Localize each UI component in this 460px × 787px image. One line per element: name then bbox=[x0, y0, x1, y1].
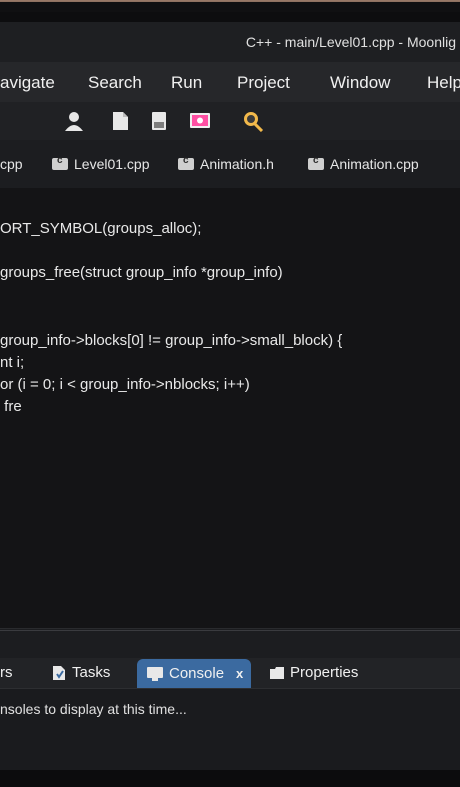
code-line: or (i = 0; i < group_info->nblocks; i++) bbox=[0, 376, 250, 393]
screen-bottom-edge bbox=[0, 770, 460, 787]
tab-label: rs bbox=[0, 664, 13, 681]
screen-bezel bbox=[0, 0, 460, 12]
window-title: C++ - main/Level01.cpp - Moonlig bbox=[245, 34, 456, 50]
tab-tasks[interactable]: Tasks bbox=[52, 664, 110, 681]
file-icon[interactable] bbox=[110, 111, 130, 131]
tab-label: Animation.h bbox=[200, 156, 274, 172]
console-panel: nsoles to display at this time... bbox=[0, 688, 460, 771]
tab-label: Console bbox=[169, 665, 225, 682]
menu-run[interactable]: Run bbox=[171, 73, 202, 93]
code-line: fre bbox=[0, 398, 22, 415]
tab-label: Tasks bbox=[72, 664, 111, 681]
menu-navigate[interactable]: avigate bbox=[0, 73, 55, 93]
tab-markers[interactable]: rs bbox=[0, 664, 13, 681]
folder-icon bbox=[270, 666, 284, 679]
tab-animation-cpp[interactable]: Animation.cpp bbox=[308, 155, 419, 172]
close-icon[interactable]: x bbox=[236, 666, 243, 681]
panel-divider bbox=[0, 628, 460, 659]
tab-label: Level01.cpp bbox=[74, 156, 150, 172]
toolbar bbox=[0, 102, 460, 141]
tab-console[interactable]: Console x bbox=[137, 659, 251, 689]
console-tab-content: Console x bbox=[147, 665, 243, 682]
debug-icon[interactable] bbox=[242, 110, 264, 132]
menu-project[interactable]: Project bbox=[237, 73, 290, 93]
console-message: nsoles to display at this time... bbox=[0, 701, 187, 717]
menu-help[interactable]: Help bbox=[427, 73, 460, 93]
title-bar: C++ - main/Level01.cpp - Moonlig bbox=[0, 22, 460, 62]
code-line: group_info->blocks[0] != group_info->sma… bbox=[0, 332, 343, 349]
menu-bar: avigate Search Run Project Window Help bbox=[0, 62, 460, 103]
code-line: ORT_SYMBOL(groups_alloc); bbox=[0, 220, 202, 237]
divider bbox=[0, 630, 460, 631]
tab-label: Animation.cpp bbox=[330, 156, 419, 172]
tasks-icon bbox=[53, 665, 65, 680]
tab-cpp[interactable]: cpp bbox=[0, 156, 23, 172]
c-file-icon bbox=[178, 155, 194, 170]
editor-tab-bar: cpp Level01.cpp Animation.h Animation.cp… bbox=[0, 140, 460, 189]
menu-search[interactable]: Search bbox=[88, 73, 142, 93]
c-file-icon bbox=[308, 155, 324, 170]
tab-label: cpp bbox=[0, 156, 23, 172]
code-line: groups_free(struct group_info *group_inf… bbox=[0, 264, 283, 281]
console-icon bbox=[147, 666, 163, 681]
c-file-icon bbox=[52, 155, 68, 170]
tab-properties[interactable]: Properties bbox=[270, 664, 358, 681]
tab-animation-h[interactable]: Animation.h bbox=[178, 155, 274, 172]
menu-window[interactable]: Window bbox=[330, 73, 390, 93]
code-editor[interactable]: ORT_SYMBOL(groups_alloc); groups_free(st… bbox=[0, 188, 460, 628]
monitor-icon[interactable] bbox=[190, 111, 210, 131]
tab-level01-cpp[interactable]: Level01.cpp bbox=[52, 155, 150, 172]
person-icon[interactable] bbox=[64, 111, 84, 131]
tab-label: Properties bbox=[290, 664, 359, 681]
save-icon[interactable] bbox=[149, 111, 169, 131]
code-line: nt i; bbox=[0, 354, 25, 371]
